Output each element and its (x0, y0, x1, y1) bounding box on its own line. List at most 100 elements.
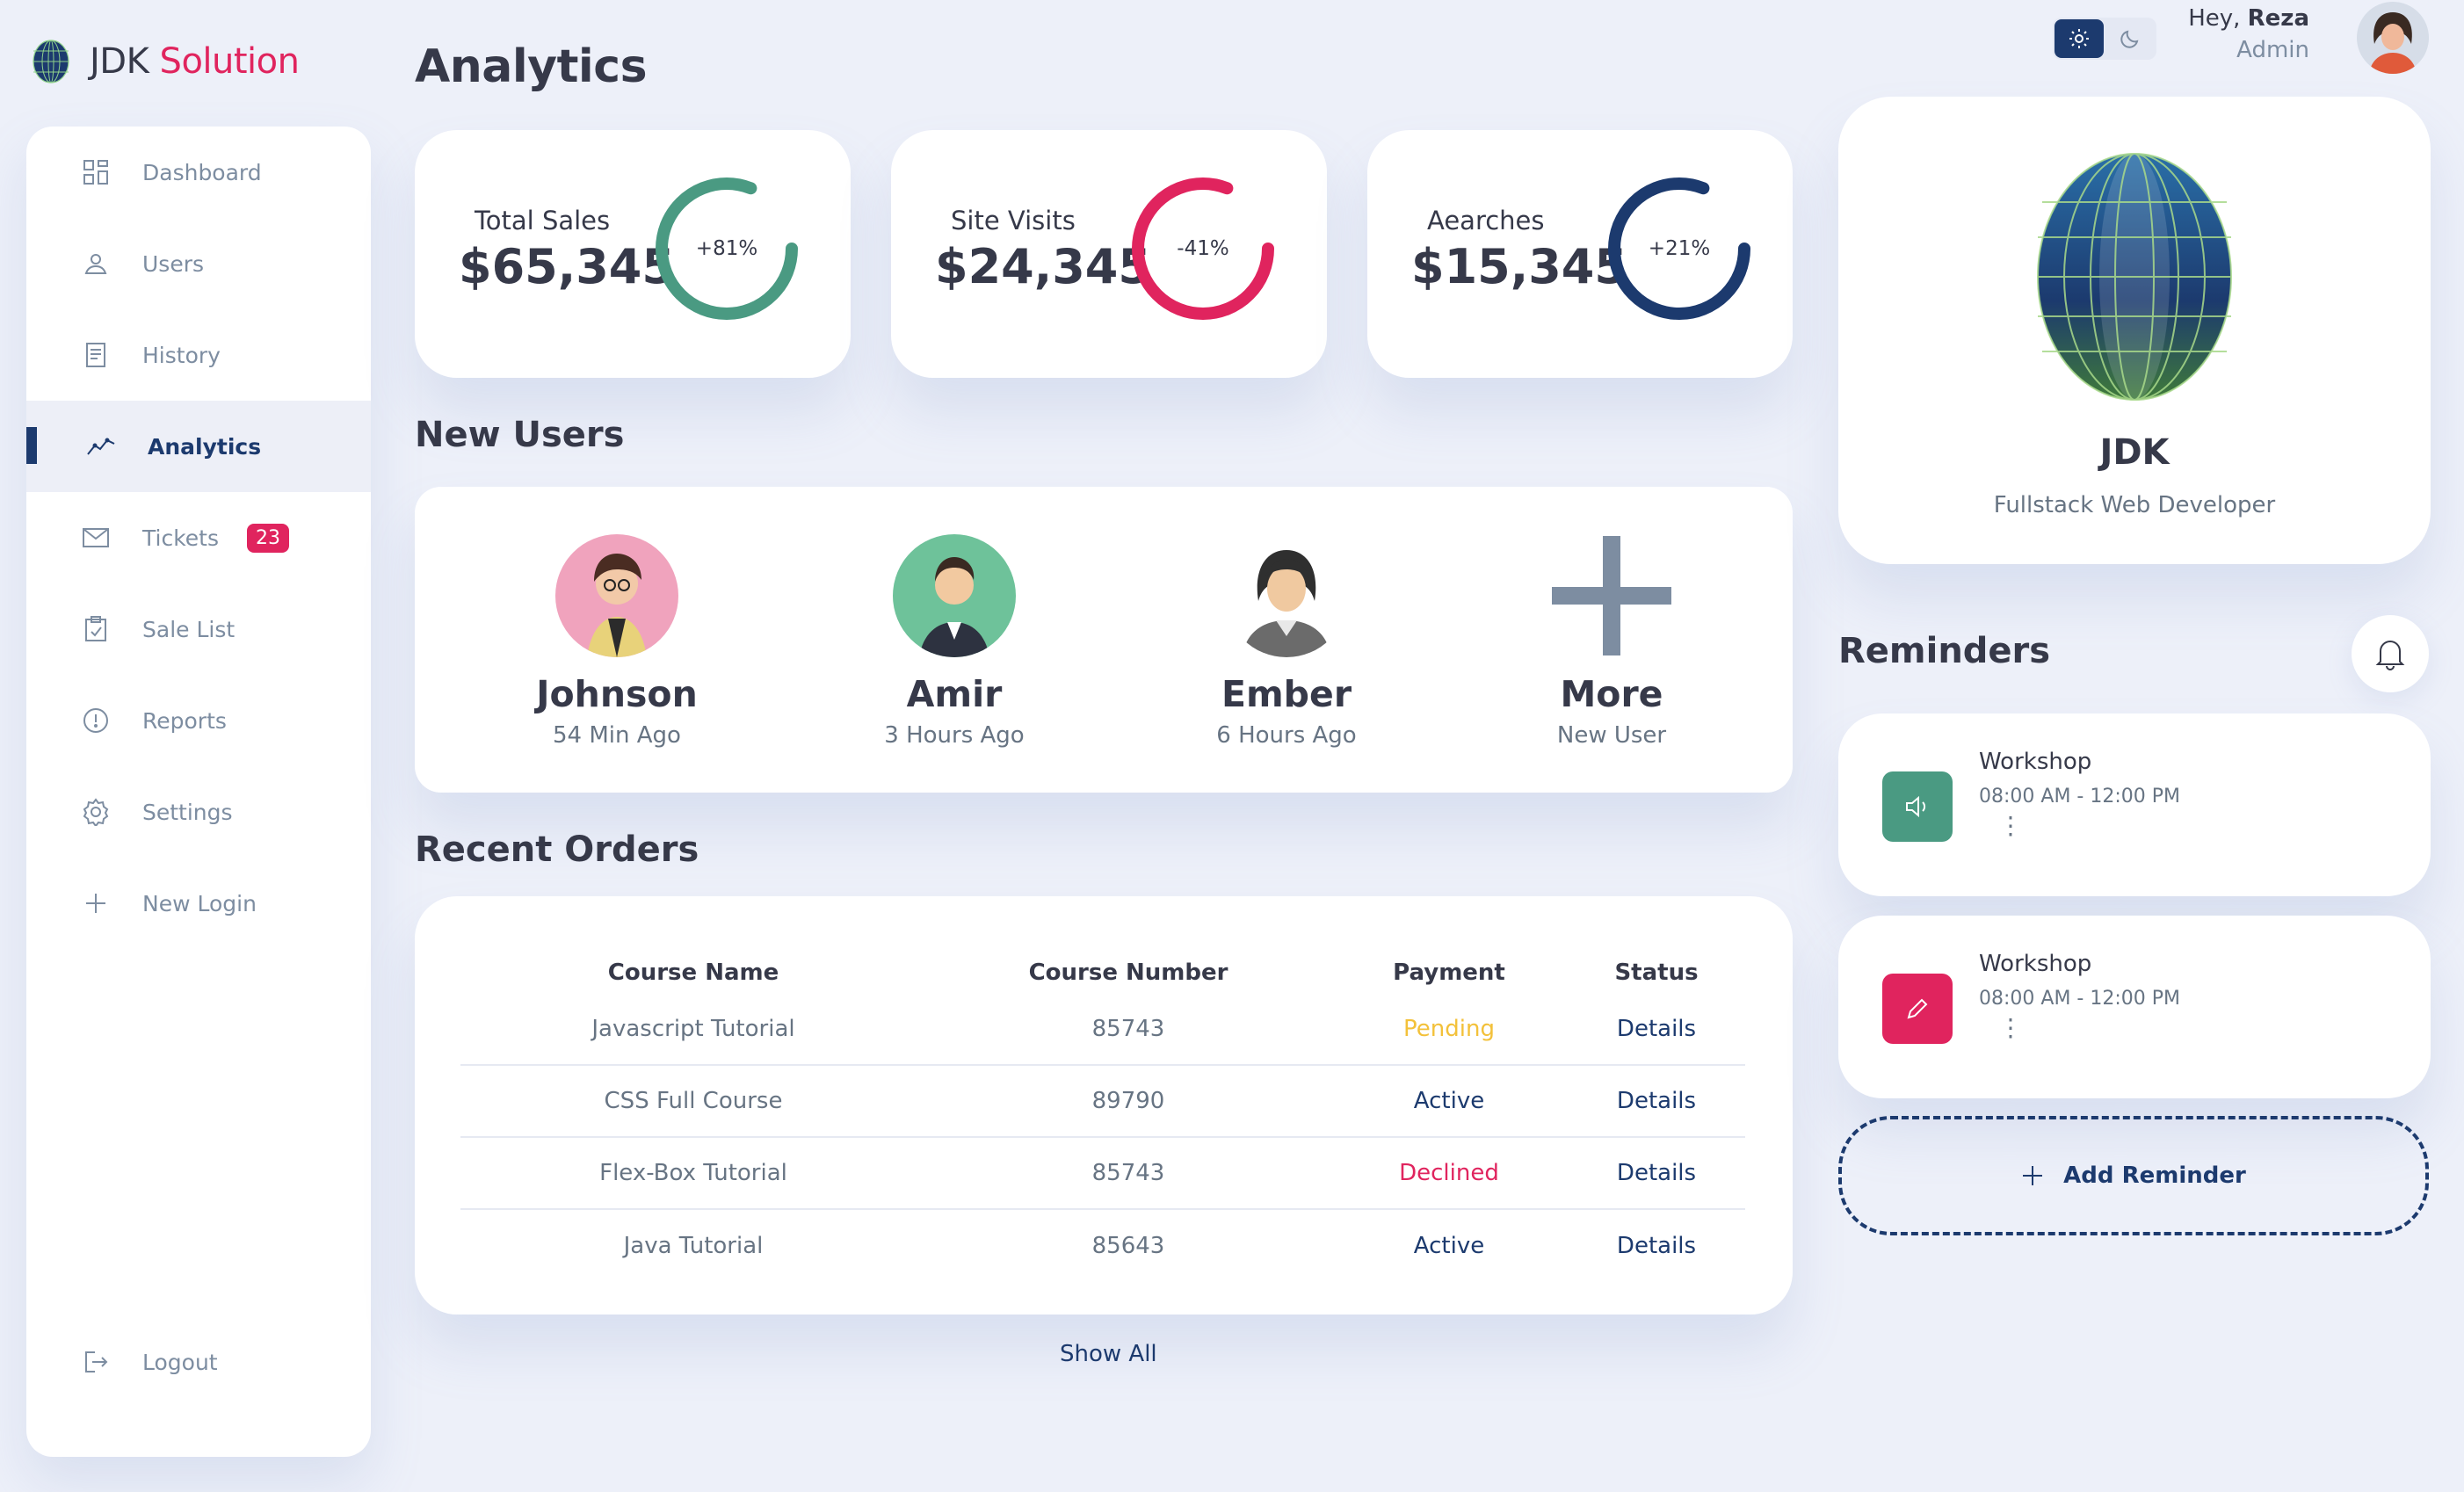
stat-label: Aearches (1427, 206, 1545, 235)
table-row: CSS Full Course 89790 Active Details (460, 1065, 1745, 1138)
brand-logo-icon (33, 40, 69, 83)
course-name: Javascript Tutorial (460, 993, 926, 1066)
stat-card-total-sales[interactable]: Total Sales $65,345 +81% (415, 130, 851, 378)
plus-icon (79, 887, 112, 920)
plus-large-icon (1550, 534, 1673, 657)
report-icon (79, 704, 112, 737)
user-time: 6 Hours Ago (1216, 722, 1357, 749)
sidebar-item-label: Reports (142, 707, 227, 734)
sidebar-item-users[interactable]: Users (26, 218, 371, 309)
greeting-text: Hey, (2188, 5, 2241, 32)
course-name: Java Tutorial (623, 1232, 764, 1259)
user-name: Johnson (536, 673, 698, 715)
clipboard-icon (79, 612, 112, 646)
stat-percent: -41% (1177, 237, 1229, 260)
stat-card-site-visits[interactable]: Site Visits $24,345 -41% (891, 130, 1327, 378)
moon-icon[interactable] (2105, 19, 2155, 58)
column-header: Course Number (1028, 960, 1228, 986)
profile-card: JDK Fullstack Web Developer (1838, 97, 2431, 564)
sidebar-item-label: Sale List (142, 616, 236, 642)
stat-label: Site Visits (951, 206, 1076, 235)
edit-icon (1882, 974, 1953, 1044)
brand-name: JDK Solution (90, 41, 300, 82)
stat-percent: +81% (695, 237, 758, 260)
column-header: Payment (1393, 960, 1505, 986)
logout-label: Logout (142, 1349, 218, 1375)
course-name: CSS Full Course (460, 1065, 926, 1138)
avatar (555, 534, 678, 657)
more-options-icon[interactable]: ⋮ (1998, 1016, 2023, 1040)
course-number: 85743 (926, 1137, 1330, 1210)
stat-label: Total Sales (475, 206, 611, 235)
user-time: 54 Min Ago (553, 722, 681, 749)
details-link[interactable]: Details (1568, 993, 1745, 1066)
reminder-time: 08:00 AM - 12:00 PM (1979, 988, 2180, 1010)
table-row: Javascript Tutorial 85743 Pending Detail… (460, 993, 1745, 1066)
sidebar-item-reports[interactable]: Reports (26, 675, 371, 766)
volume-icon (1882, 771, 1953, 842)
sidebar: Dashboard Users History Analytics Ticket… (26, 127, 371, 1457)
show-all-link[interactable]: Show All (1060, 1341, 1157, 1367)
theme-toggle[interactable] (2053, 18, 2156, 60)
orders-table: Course Name Course Number Payment Status… (460, 940, 1745, 1281)
details-link[interactable]: Details (1568, 1137, 1745, 1210)
brand[interactable]: JDK Solution (32, 39, 300, 84)
user-name: Ember (1221, 673, 1352, 715)
mail-icon (79, 521, 112, 554)
user-name: Amir (906, 673, 1003, 715)
table-header-row: Course Name Course Number Payment Status (460, 940, 1745, 993)
reminder-title: Workshop (1979, 951, 2092, 977)
reminder-card[interactable]: Workshop 08:00 AM - 12:00 PM ⋮ (1838, 713, 2431, 896)
course-number: 85643 (1091, 1232, 1165, 1259)
stat-value: $65,345 (459, 239, 675, 294)
user-item-amir[interactable]: Amir 3 Hours Ago (823, 534, 1086, 749)
sidebar-item-label: Analytics (148, 433, 262, 460)
course-name: Flex-Box Tutorial (460, 1137, 926, 1210)
sidebar-item-dashboard[interactable]: Dashboard (26, 127, 371, 218)
sidebar-item-label: History (142, 342, 221, 368)
plus-icon (2023, 1166, 2043, 1185)
table-row: Java Tutorial 85643 Active Details (460, 1209, 1745, 1281)
recent-orders-title: Recent Orders (415, 829, 699, 870)
reminders-title: Reminders (1838, 631, 2051, 671)
add-reminder-button[interactable]: Add Reminder (1838, 1116, 2429, 1235)
course-number: 85743 (926, 993, 1330, 1066)
avatar (893, 534, 1016, 657)
user-time: New User (1556, 722, 1667, 749)
column-header: Status (1614, 960, 1699, 986)
user-name: Reza (2247, 5, 2309, 32)
profile-avatar[interactable] (2357, 2, 2429, 74)
stat-value: $24,345 (935, 239, 1151, 294)
bell-icon (2375, 641, 2405, 670)
sidebar-item-label: Tickets (142, 525, 219, 551)
user-time: 3 Hours Ago (884, 722, 1025, 749)
stat-value: $15,345 (1411, 239, 1627, 294)
stat-card-searches[interactable]: Aearches $15,345 +21% (1367, 130, 1793, 378)
details-link[interactable]: Details (1568, 1209, 1745, 1281)
payment-status: Active (1413, 1232, 1485, 1259)
details-link[interactable]: Details (1568, 1065, 1745, 1138)
stat-percent: +21% (1648, 237, 1711, 260)
page-title: Analytics (415, 40, 648, 93)
sidebar-item-history[interactable]: History (26, 309, 371, 401)
notification-bell-button[interactable] (2352, 615, 2429, 692)
more-options-icon[interactable]: ⋮ (1998, 814, 2023, 838)
logout-button[interactable]: Logout (26, 1316, 371, 1408)
settings-icon (79, 795, 112, 829)
add-reminder-label: Add Reminder (2063, 1162, 2246, 1189)
user-role: Admin (2236, 37, 2309, 63)
sidebar-item-analytics[interactable]: Analytics (26, 401, 371, 492)
sun-icon[interactable] (2055, 19, 2104, 58)
sidebar-item-settings[interactable]: Settings (26, 766, 371, 858)
sidebar-item-tickets[interactable]: Tickets 23 (26, 492, 371, 583)
sidebar-item-new-login[interactable]: New Login (26, 858, 371, 949)
user-item-ember[interactable]: Ember 6 Hours Ago (1155, 534, 1418, 749)
sidebar-item-sale-list[interactable]: Sale List (26, 583, 371, 675)
payment-status: Active (1330, 1065, 1568, 1138)
profile-role: Fullstack Web Developer (1993, 492, 2276, 518)
user-item-johnson[interactable]: Johnson 54 Min Ago (485, 534, 749, 749)
more-users-button[interactable]: More New User (1480, 534, 1743, 749)
reminder-card[interactable]: Workshop 08:00 AM - 12:00 PM ⋮ (1838, 916, 2431, 1098)
receipt-icon (79, 338, 112, 372)
logout-icon (79, 1345, 112, 1379)
